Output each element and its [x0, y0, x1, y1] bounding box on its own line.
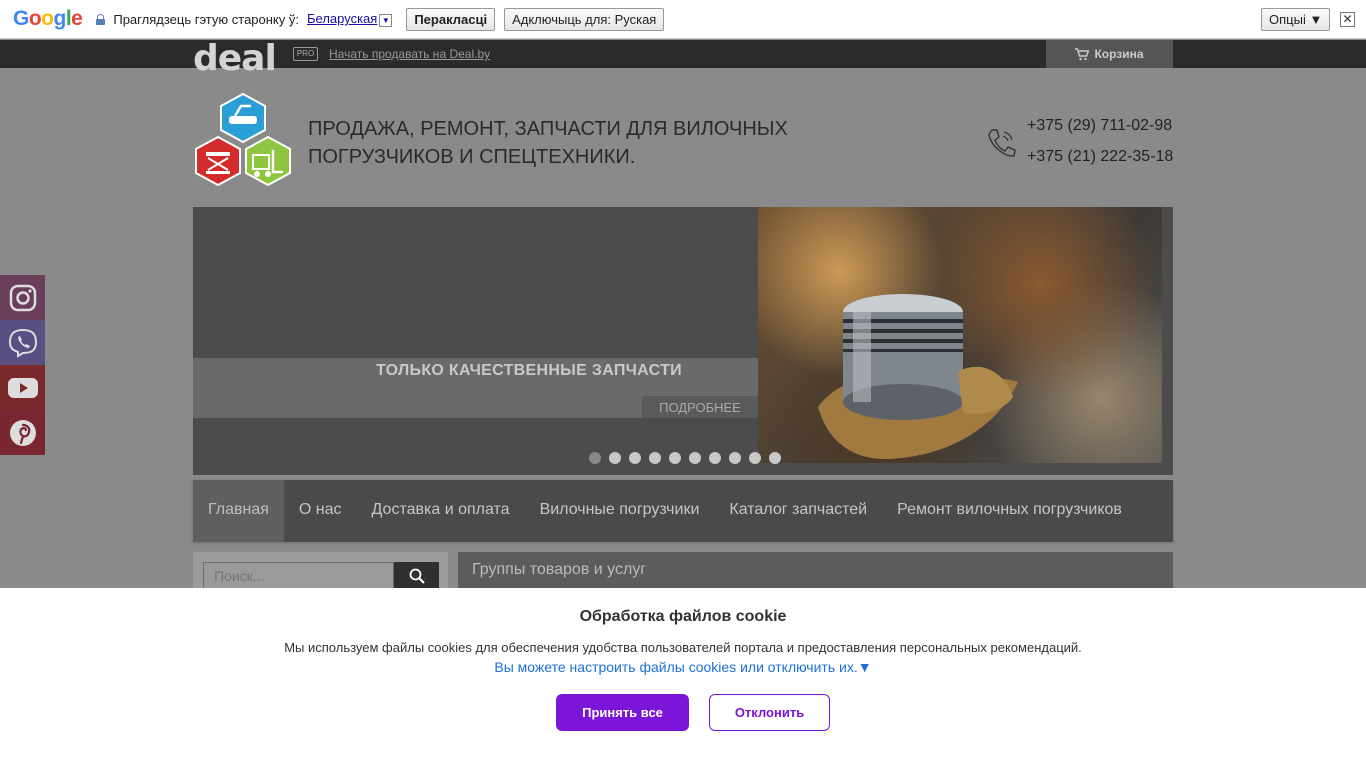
cart-label[interactable]: Корзина: [1094, 47, 1143, 61]
nav-item[interactable]: Ремонт вилочных погрузчиков: [882, 480, 1137, 542]
slide-title: ТОЛЬКО КАЧЕСТВЕННЫЕ ЗАПЧАСТИ: [376, 362, 682, 379]
main-nav: Главная О нас Доставка и оплата Вилочные по…: [193, 480, 1173, 542]
company-logo[interactable]: [193, 92, 293, 192]
phone-icon: [988, 129, 1016, 157]
slider-dot[interactable]: [629, 452, 641, 464]
slider-dot[interactable]: [609, 452, 621, 464]
nav-item[interactable]: Доставка и оплата: [357, 480, 525, 542]
hero-slider[interactable]: ТОЛЬКО КАЧЕСТВЕННЫЕ ЗАПЧАСТИ ПОДРОБНЕЕ: [193, 207, 1173, 475]
cart-icon: [1075, 47, 1090, 60]
viber-button[interactable]: [0, 320, 45, 365]
nav-item[interactable]: Вилочные погрузчики: [525, 480, 715, 542]
deal-logo[interactable]: deal: [193, 41, 277, 77]
slider-dot[interactable]: [669, 452, 681, 464]
youtube-icon: [7, 377, 38, 398]
slide-image-piston: [758, 207, 1162, 463]
reject-button[interactable]: Отклонить: [709, 694, 830, 731]
piston-illustration: [818, 294, 1018, 460]
translate-button[interactable]: Перакласці: [406, 7, 496, 31]
translate-prompt: Праглядзець гэтую старонку ў:: [113, 11, 299, 27]
slider-dots: [589, 452, 781, 464]
instagram-icon: [9, 284, 36, 311]
cookie-settings-link[interactable]: Вы можете настроить файлы cookies или от…: [0, 659, 1366, 675]
options-button[interactable]: Опцыі ▼: [1261, 8, 1331, 31]
start-selling-link[interactable]: Начать продавать на Deal.by: [329, 47, 490, 61]
pro-badge: PRO: [293, 47, 318, 61]
slide-more-button[interactable]: ПОДРОБНЕЕ: [642, 396, 758, 418]
youtube-button[interactable]: [0, 365, 45, 410]
slider-dot[interactable]: [689, 452, 701, 464]
nav-item[interactable]: Каталог запчастей: [714, 480, 882, 542]
viber-icon: [8, 328, 37, 358]
close-icon[interactable]: ✕: [1340, 12, 1355, 27]
phone-number-2[interactable]: +375 (21) 222-35-18: [1027, 148, 1173, 166]
cookie-banner: Обработка файлов cookie Мы используем фа…: [0, 588, 1366, 768]
slider-dot[interactable]: [649, 452, 661, 464]
nav-item[interactable]: Главная: [193, 480, 284, 542]
google-logo: Google: [13, 7, 83, 30]
tagline-line-2: ПОГРУЗЧИКОВ И СПЕЦТЕХНИКИ.: [308, 146, 636, 168]
dropdown-arrow-icon[interactable]: ▼: [379, 13, 393, 27]
site-tagline: ПРОДАЖА, РЕМОНТ, ЗАПЧАСТИ ДЛЯ ВИЛОЧНЫХ П…: [308, 115, 828, 171]
slider-dot[interactable]: [589, 452, 601, 464]
cookie-text: Мы используем файлы cookies для обеспече…: [284, 640, 1082, 655]
search-input[interactable]: [203, 562, 394, 590]
cookie-title: Обработка файлов cookie: [579, 608, 787, 625]
lock-icon: [96, 13, 106, 25]
nav-item[interactable]: О нас: [284, 480, 357, 542]
pinterest-button[interactable]: [0, 410, 45, 455]
disable-translate-button[interactable]: Адключыць для: Руская: [504, 7, 665, 31]
translate-bar: Google Праглядзець гэтую старонку ў: Бел…: [0, 0, 1366, 39]
search-button[interactable]: [394, 562, 439, 590]
slider-dot[interactable]: [729, 452, 741, 464]
accept-all-button[interactable]: Принять все: [556, 694, 689, 731]
product-groups-title: Группы товаров и услуг: [472, 561, 647, 578]
instagram-button[interactable]: [0, 275, 45, 320]
slider-dot[interactable]: [749, 452, 761, 464]
search-icon: [409, 568, 425, 584]
tagline-line-1: ПРОДАЖА, РЕМОНТ, ЗАПЧАСТИ ДЛЯ ВИЛОЧНЫХ: [308, 118, 788, 140]
cart-button[interactable]: Корзина: [1046, 40, 1173, 68]
language-select[interactable]: Беларуская ▼: [307, 11, 393, 27]
slider-dot[interactable]: [709, 452, 721, 464]
phone-number-1[interactable]: +375 (29) 711-02-98: [1027, 117, 1172, 135]
slider-dot[interactable]: [769, 452, 781, 464]
language-label[interactable]: Беларуская: [307, 11, 377, 26]
pinterest-icon: [9, 419, 36, 446]
